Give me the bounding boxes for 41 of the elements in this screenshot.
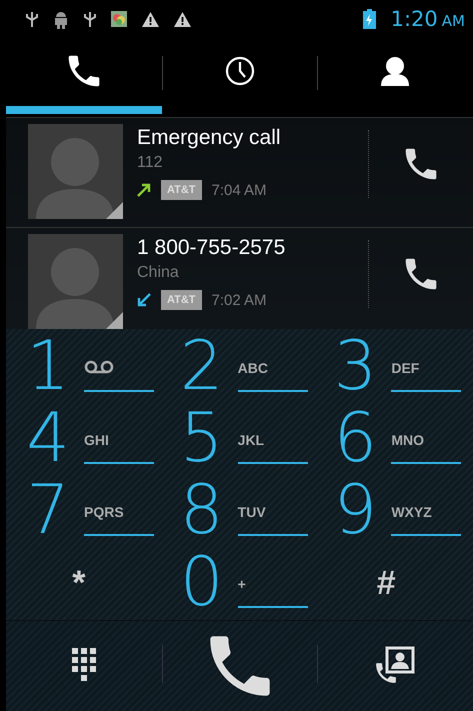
clock-time: 1:20 xyxy=(390,7,438,31)
dial-key[interactable]: 5 JKL xyxy=(166,403,320,475)
caller-name: Emergency call xyxy=(137,126,282,150)
phone-icon xyxy=(404,147,438,181)
caller-detail: China xyxy=(137,264,180,282)
avatar-icon xyxy=(28,124,123,219)
phone-icon xyxy=(404,257,438,291)
call-time: 7:04 AM xyxy=(212,182,267,198)
dial-key[interactable]: 9 WXYZ xyxy=(319,475,473,547)
dial-key[interactable]: # xyxy=(319,547,473,619)
dial-key[interactable]: 3 DEF xyxy=(319,331,473,403)
call-time: 7:02 AM xyxy=(212,292,267,308)
usb-icon xyxy=(26,10,38,28)
dial-key[interactable]: 6 MNO xyxy=(319,403,473,475)
dial-key[interactable]: 2 ABC xyxy=(166,331,320,403)
warning-icon xyxy=(174,12,191,26)
dialpad-icon xyxy=(72,648,96,684)
voicemail-icon xyxy=(84,360,114,374)
person-icon xyxy=(381,56,410,86)
gallery-icon xyxy=(111,11,127,27)
warning-icon xyxy=(142,12,159,26)
usb-icon xyxy=(84,10,96,28)
outgoing-arrow-icon xyxy=(137,183,151,197)
dial-key[interactable]: 4 GHI xyxy=(12,403,166,475)
contact-card-icon xyxy=(375,646,416,686)
dial-key[interactable]: 8 TUV xyxy=(166,475,320,547)
clock-meridiem: AM xyxy=(442,12,465,30)
incoming-arrow-icon xyxy=(137,293,151,307)
carrier-label: AT&T xyxy=(161,180,202,200)
dial-key[interactable]: * xyxy=(12,547,166,619)
battery-charging-icon xyxy=(362,9,376,29)
android-icon xyxy=(53,10,69,28)
carrier-label: AT&T xyxy=(161,290,202,310)
caller-detail: 112 xyxy=(137,154,164,172)
dial-key[interactable]: 0 + xyxy=(166,547,320,619)
dial-key[interactable]: 7 PQRS xyxy=(12,475,166,547)
dial-key[interactable]: 1 xyxy=(12,331,166,403)
clock-icon xyxy=(224,56,254,86)
phone-icon xyxy=(66,54,101,88)
avatar-icon xyxy=(28,234,123,329)
caller-name: 1 800-755-2575 xyxy=(137,236,286,260)
